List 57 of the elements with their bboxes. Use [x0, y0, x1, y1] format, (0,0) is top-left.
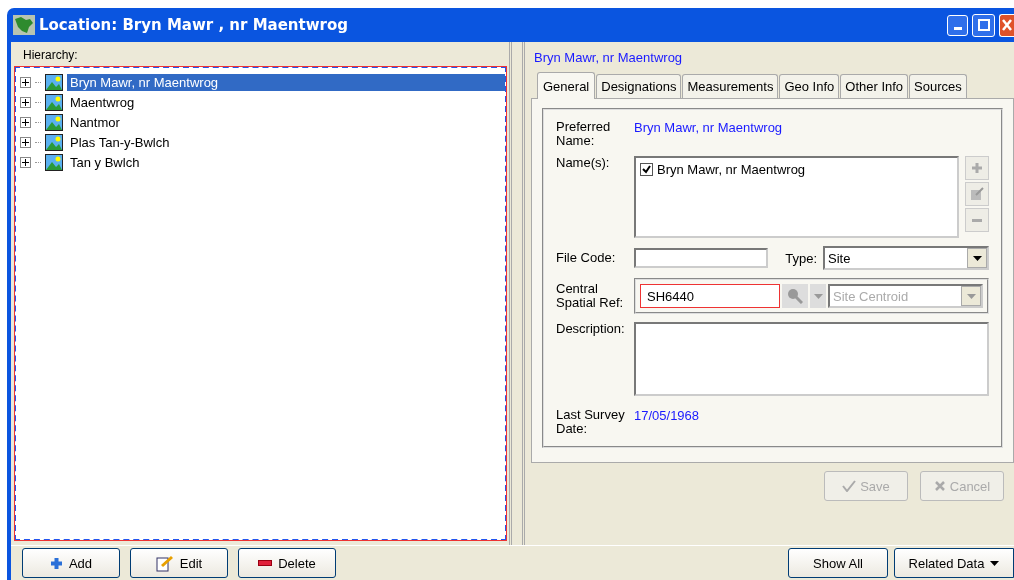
preferred-name-value: Bryn Mawr, nr Maentwrog [634, 120, 783, 135]
field-label: Preferred Name: [556, 120, 612, 148]
tree-item[interactable]: Nantmor [67, 113, 505, 131]
close-icon [1002, 19, 1012, 31]
action-button[interactable]: Delete [238, 548, 336, 578]
tree-item[interactable]: Tan y Bwlch [67, 153, 505, 171]
checkbox[interactable] [640, 163, 653, 176]
tab[interactable]: Measurements [682, 74, 779, 98]
minimize-button[interactable] [947, 14, 968, 36]
expand-toggle[interactable] [20, 136, 31, 148]
tree-item[interactable]: Maentwrog [67, 93, 505, 111]
field-label: Type: [785, 250, 817, 266]
tab[interactable]: Sources [909, 74, 967, 98]
map-icon [13, 15, 35, 35]
action-button[interactable]: Edit [130, 548, 228, 578]
expand-toggle[interactable] [20, 156, 31, 168]
landscape-icon [45, 153, 63, 171]
checkmark-icon [842, 480, 857, 492]
plus-icon [49, 556, 63, 570]
landscape-icon [45, 133, 63, 151]
field-label: Central Spatial Ref: [556, 282, 625, 310]
expand-toggle[interactable] [20, 96, 31, 108]
minus-icon [258, 560, 273, 566]
caret-icon [990, 560, 1000, 566]
survey-date-value: 17/05/1968 [634, 408, 700, 423]
landscape-icon [45, 93, 63, 111]
pencil-icon [155, 554, 174, 572]
type-dropdown[interactable]: Site [823, 246, 989, 270]
tab[interactable]: Other Info [840, 74, 909, 98]
maximize-icon [977, 19, 990, 31]
action-button[interactable]: Show All [788, 548, 888, 578]
name-item: Bryn Mawr, nr Maentwrog [657, 162, 806, 177]
landscape-icon [45, 113, 63, 131]
hierarchy-label: Hierarchy: [22, 47, 79, 64]
record-heading: Bryn Mawr, nr Maentwrog [533, 50, 684, 67]
close-button[interactable] [999, 13, 1014, 37]
menu-button[interactable]: Related Data [894, 548, 1014, 578]
file-code-field[interactable] [634, 248, 768, 268]
tab[interactable]: Geo Info [779, 74, 840, 98]
action-button[interactable]: Add [22, 548, 120, 578]
expand-toggle[interactable] [20, 116, 31, 128]
field-label: File Code: [556, 251, 617, 265]
maximize-button[interactable] [972, 13, 995, 37]
tree-item[interactable]: Bryn Mawr, nr Maentwrog [67, 73, 505, 91]
expand-toggle[interactable] [20, 76, 31, 88]
minimize-icon [953, 26, 962, 30]
tree-item[interactable]: Plas Tan-y-Bwlch [67, 133, 505, 151]
description-field[interactable] [634, 322, 989, 396]
landscape-icon [45, 73, 63, 91]
field-label: Description: [556, 322, 626, 336]
tab[interactable]: General [537, 72, 596, 99]
field-label: Last Survey Date: [556, 408, 626, 436]
tab[interactable]: Designations [596, 74, 682, 98]
field-label: Name(s): [556, 156, 611, 170]
cross-icon [933, 480, 946, 492]
spatial-ref-field[interactable]: SH6440 [640, 284, 780, 308]
window-title: Location: Bryn Mawr , nr Maentwrog [39, 16, 350, 34]
